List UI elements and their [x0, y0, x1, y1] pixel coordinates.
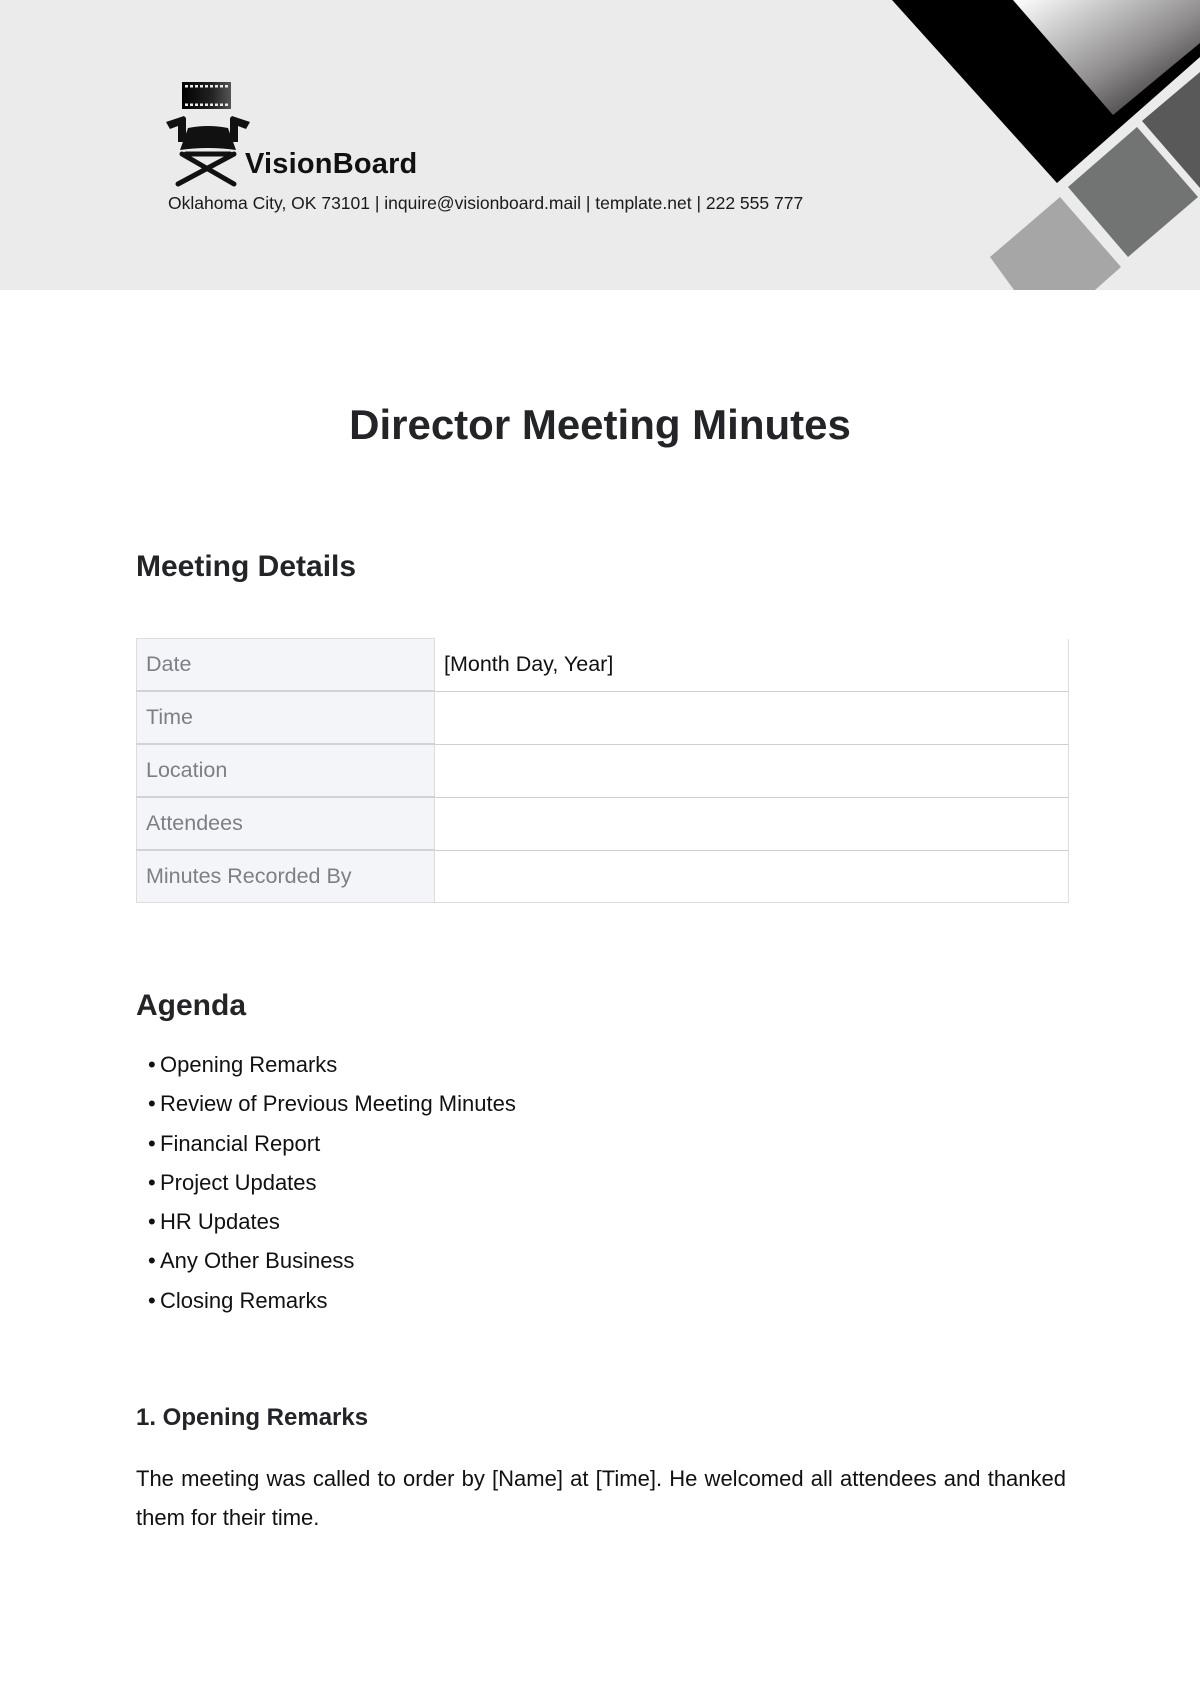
- table-row: Location: [136, 743, 1069, 798]
- directors-chair-film-icon: [166, 82, 250, 187]
- agenda-item-label: Closing Remarks: [160, 1287, 328, 1313]
- agenda-heading: Agenda: [136, 989, 247, 1022]
- agenda-item-label: Any Other Business: [160, 1248, 355, 1274]
- row-value-date[interactable]: [Month Day, Year]: [434, 638, 1069, 692]
- contact-info: Oklahoma City, OK 73101 | inquire@vision…: [168, 193, 804, 213]
- agenda-list: • Opening Remarks • Review of Previous Mee…: [136, 1048, 516, 1323]
- row-label-time: Time: [136, 690, 435, 745]
- list-item: • Project Updates: [136, 1166, 516, 1205]
- list-item: • Opening Remarks: [136, 1048, 516, 1087]
- agenda-item-label: Opening Remarks: [160, 1052, 338, 1077]
- meeting-details-heading: Meeting Details: [136, 550, 357, 583]
- agenda-item-label: Review of Previous Meeting Minutes: [160, 1091, 516, 1117]
- bullet-icon: •: [148, 1248, 156, 1274]
- opening-remarks-body: The meeting was called to order by [Name…: [136, 1466, 1066, 1530]
- bullet-icon: •: [148, 1130, 156, 1156]
- bullet-icon: •: [148, 1287, 156, 1313]
- table-row: Time: [136, 690, 1069, 745]
- bullet-icon: •: [148, 1052, 156, 1077]
- row-label-minutes-recorded-by: Minutes Recorded By: [136, 849, 435, 903]
- opening-remarks-heading: 1. Opening Remarks: [136, 1404, 369, 1431]
- list-item: • Any Other Business: [136, 1244, 516, 1283]
- table-row: Attendees: [136, 796, 1069, 851]
- table-row: Minutes Recorded By: [136, 849, 1069, 903]
- bullet-icon: •: [148, 1169, 156, 1195]
- row-label-location: Location: [136, 743, 435, 798]
- list-item: • Review of Previous Meeting Minutes: [136, 1087, 516, 1126]
- meeting-details-table: Date [Month Day, Year] Time Location Att…: [136, 638, 1069, 903]
- row-label-date: Date: [136, 638, 435, 692]
- agenda-item-label: HR Updates: [160, 1209, 280, 1235]
- row-value-attendees[interactable]: [434, 797, 1069, 851]
- row-value-location[interactable]: [434, 744, 1069, 798]
- table-row: Date [Month Day, Year]: [136, 638, 1069, 692]
- list-item: • HR Updates: [136, 1205, 516, 1244]
- document-title: Director Meeting Minutes: [349, 401, 851, 448]
- list-item: • Financial Report: [136, 1127, 516, 1166]
- row-label-attendees: Attendees: [136, 796, 435, 851]
- agenda-item-label: Project Updates: [160, 1169, 317, 1195]
- row-value-minutes-recorded-by[interactable]: [434, 850, 1069, 903]
- list-item: • Closing Remarks: [136, 1284, 516, 1323]
- bullet-icon: •: [148, 1091, 156, 1117]
- bullet-icon: •: [148, 1209, 156, 1235]
- brand-name: VisionBoard: [245, 148, 418, 180]
- letterhead-header: VisionBoard Oklahoma City, OK 73101 | in…: [0, 0, 1200, 290]
- row-value-time[interactable]: [434, 691, 1069, 745]
- agenda-item-label: Financial Report: [160, 1130, 321, 1156]
